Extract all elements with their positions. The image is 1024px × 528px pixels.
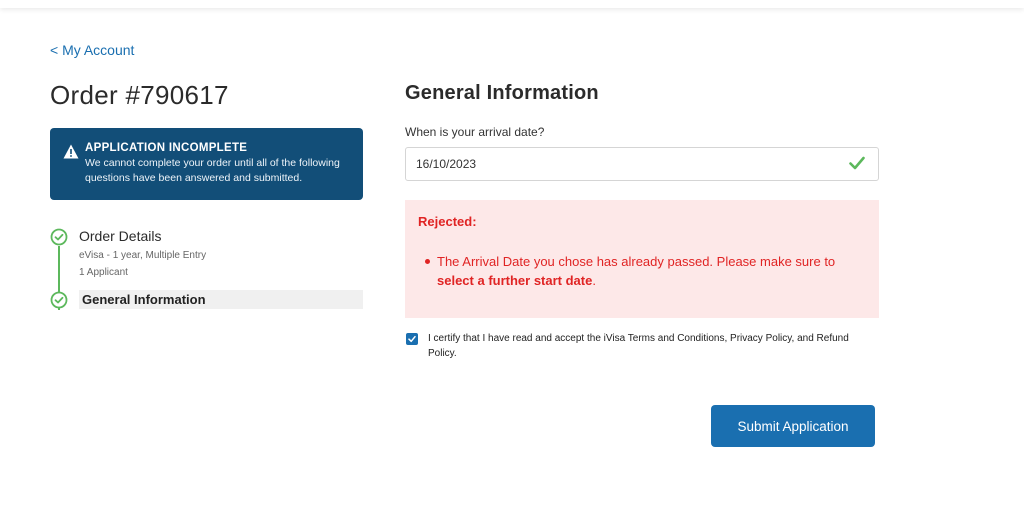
step-general-information-title[interactable]: General Information <box>82 292 206 307</box>
checkmark-icon <box>849 156 865 170</box>
step-order-details-title[interactable]: Order Details <box>79 228 161 244</box>
arrival-date-label: When is your arrival date? <box>405 125 545 139</box>
bullet-icon <box>425 259 430 264</box>
warning-icon <box>63 144 79 159</box>
order-title: Order #790617 <box>50 80 229 110</box>
certify-checkbox[interactable] <box>406 333 418 345</box>
progress-steps: Order Details eVisa - 1 year, Multiple E… <box>50 226 363 316</box>
my-account-back-link[interactable]: < My Account <box>50 42 134 58</box>
rejection-message: The Arrival Date you chose has already p… <box>437 252 867 290</box>
certify-text: I certify that I have read and accept th… <box>428 333 849 359</box>
check-circle-icon <box>50 228 68 246</box>
submit-application-button[interactable]: Submit Application <box>711 405 875 447</box>
step-order-details-applicants: 1 Applicant <box>79 267 128 278</box>
rejection-message-prefix: The Arrival Date you chose has already p… <box>437 254 836 269</box>
alert-title: APPLICATION INCOMPLETE <box>85 142 248 154</box>
top-bar <box>0 0 1024 8</box>
checkbox-check-icon <box>408 335 416 343</box>
step-order-details-product: eVisa - 1 year, Multiple Entry <box>79 250 207 261</box>
rejection-message-box: Rejected: The Arrival Date you chose has… <box>405 200 879 318</box>
arrival-date-input[interactable] <box>405 147 879 181</box>
rejection-message-bold: select a further start date <box>437 273 593 288</box>
rejection-title: Rejected: <box>418 214 477 229</box>
check-circle-icon <box>50 291 68 309</box>
alert-text: We cannot complete your order until all … <box>85 157 340 184</box>
application-incomplete-alert: APPLICATION INCOMPLETE We cannot complet… <box>50 128 363 200</box>
section-title: General Information <box>405 82 599 104</box>
rejection-message-suffix: . <box>592 273 596 288</box>
